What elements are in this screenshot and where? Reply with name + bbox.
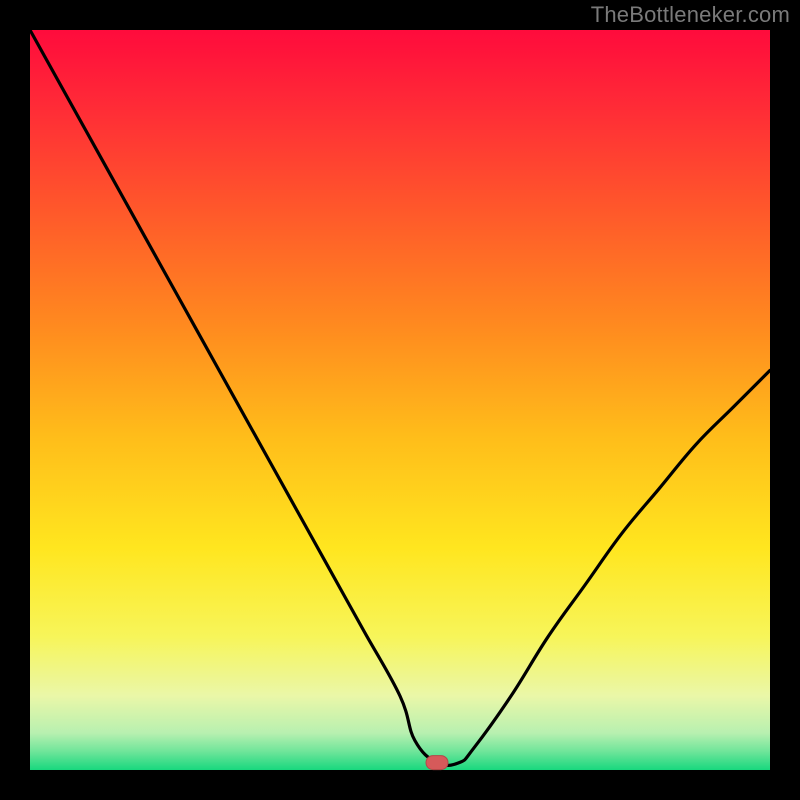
bottleneck-chart xyxy=(0,0,800,800)
plot-background xyxy=(30,30,770,770)
chart-stage: TheBottleneker.com xyxy=(0,0,800,800)
watermark-text: TheBottleneker.com xyxy=(591,2,790,28)
minimum-marker xyxy=(426,756,448,770)
